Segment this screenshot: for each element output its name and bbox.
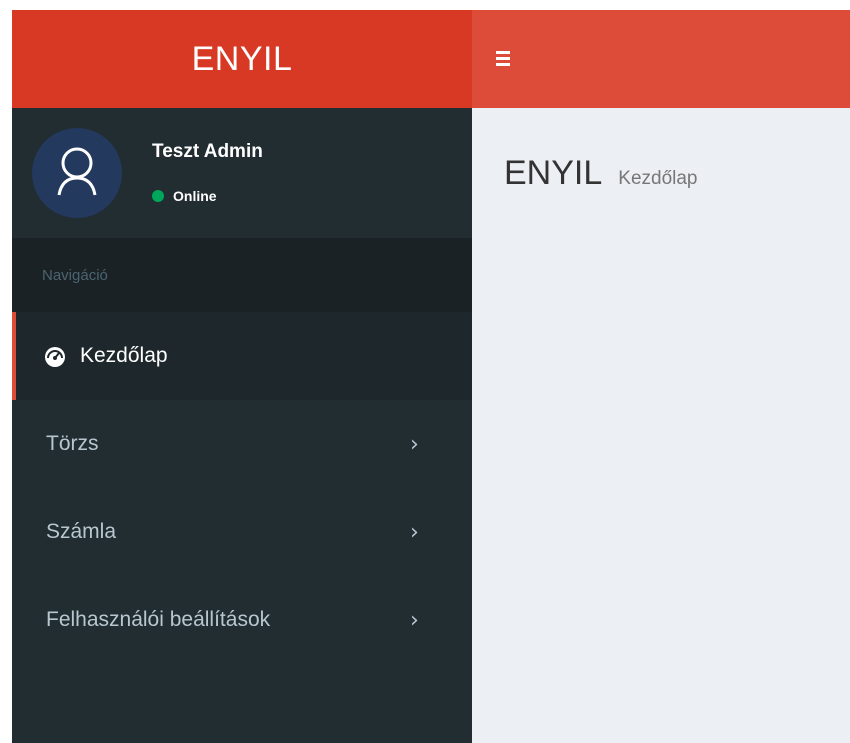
sidebar-item-szamla[interactable]: Számla › <box>12 488 472 576</box>
status-label: Online <box>173 188 217 204</box>
avatar <box>32 128 122 218</box>
online-status-dot <box>152 190 164 202</box>
chevron-right-icon: › <box>410 607 419 633</box>
sidebar-item-torzs[interactable]: Törzs › <box>12 400 472 488</box>
sidebar: Teszt Admin Online Navigáció Kezdőlap Tö… <box>12 108 472 743</box>
user-panel: Teszt Admin Online <box>12 108 472 238</box>
page-subtitle: Kezdőlap <box>618 168 698 189</box>
sidebar-toggle-button[interactable] <box>496 46 522 72</box>
sidebar-item-label: Felhasználói beállítások <box>46 608 271 631</box>
sidebar-item-label: Kezdőlap <box>80 344 168 367</box>
page-header: ENYIL Kezdőlap <box>504 154 698 193</box>
nav-header: Navigáció <box>12 238 472 312</box>
dashboard-icon <box>45 347 65 367</box>
sidebar-item-label: Törzs <box>46 432 99 455</box>
sidebar-item-label: Számla <box>46 520 117 543</box>
user-status: Online <box>152 188 217 204</box>
chevron-right-icon: › <box>410 519 419 545</box>
logo-bar[interactable]: ENYIL <box>12 10 472 108</box>
hamburger-icon <box>496 51 510 54</box>
sidebar-item-kezdolap[interactable]: Kezdőlap <box>12 312 472 400</box>
chevron-right-icon: › <box>410 431 419 457</box>
nav-header-label: Navigáció <box>42 266 108 284</box>
sidebar-item-felhasznaloi-beallitasok[interactable]: Felhasználói beállítások › <box>12 576 472 664</box>
user-icon <box>57 147 97 196</box>
app-logo[interactable]: ENYIL <box>192 40 293 79</box>
user-name: Teszt Admin <box>152 141 263 162</box>
main-content: ENYIL Kezdőlap <box>472 108 850 743</box>
top-navbar <box>472 10 850 108</box>
page-title: ENYIL <box>504 154 603 192</box>
app-window: ENYIL Teszt Admin Online Navigáció Kezdő… <box>12 10 850 743</box>
